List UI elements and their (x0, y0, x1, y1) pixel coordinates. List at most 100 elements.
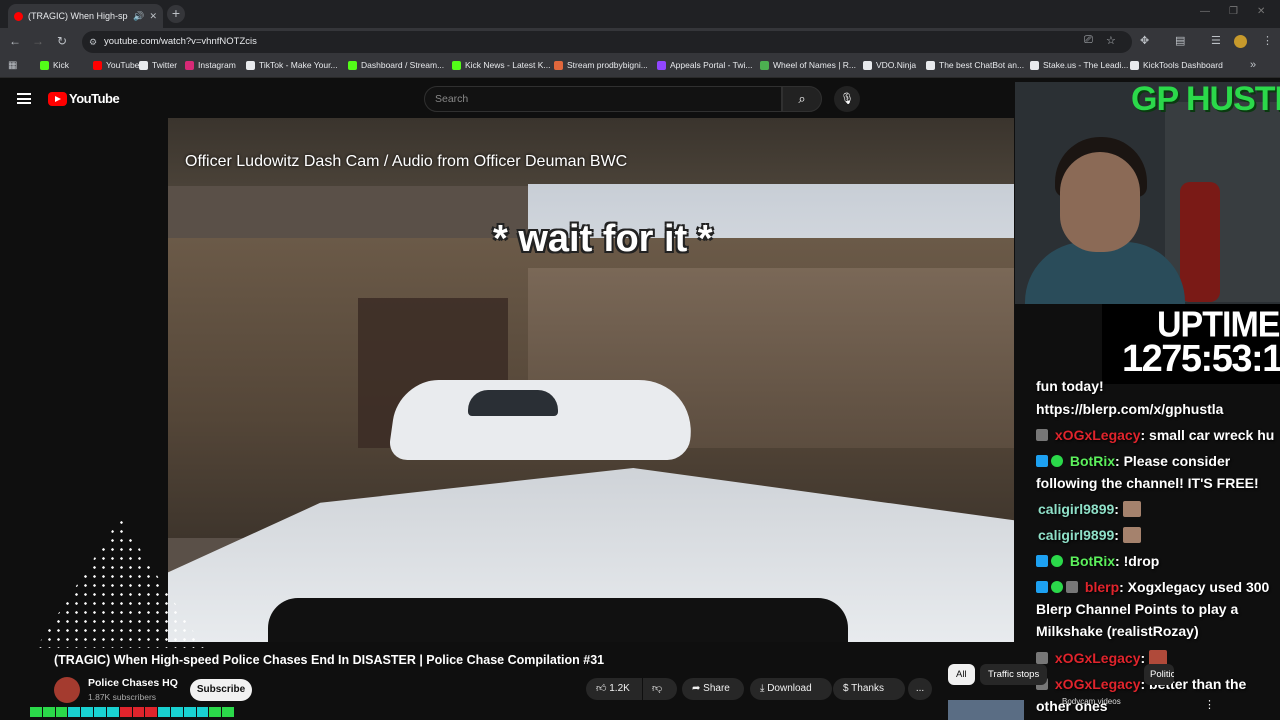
extensions-icon[interactable]: ✥ (1140, 34, 1149, 47)
reading-list-icon[interactable]: ☰ (1211, 34, 1221, 47)
bookmark-favicon-icon (760, 60, 769, 70)
like-button[interactable]: 👍︎ 1.2K (586, 678, 642, 700)
bookmark-star-icon[interactable]: ☆ (1106, 34, 1116, 47)
bookmark-item[interactable]: Appeals Portal - Twi... (657, 60, 753, 70)
bookmark-item[interactable]: Stake.us - The Leadi... (1030, 60, 1128, 70)
more-actions-button[interactable]: ... (908, 678, 932, 700)
youtube-logo-text[interactable]: YouTube (69, 91, 120, 106)
bookmark-favicon-icon (863, 60, 872, 70)
verified-badge-icon (1051, 555, 1063, 567)
subscribe-button[interactable]: Subscribe (190, 679, 252, 701)
bookmark-item[interactable]: Wheel of Names | R... (760, 60, 856, 70)
color-bar-segment (30, 707, 42, 717)
bookmark-favicon-icon (246, 60, 255, 70)
profile-avatar[interactable] (1234, 35, 1247, 48)
bookmark-label: Stake.us - The Leadi... (1043, 60, 1129, 70)
channel-name[interactable]: Police Chases HQ (88, 677, 178, 689)
install-app-icon[interactable]: ⎚ (1084, 34, 1093, 47)
chat-text: fun today! (1036, 378, 1104, 394)
bookmark-item[interactable]: Kick (40, 60, 69, 70)
minimize-icon[interactable]: — (1200, 6, 1210, 17)
search-input[interactable]: Search (424, 86, 782, 112)
media-control-icon[interactable]: ▤ (1175, 34, 1185, 47)
bookmark-item[interactable]: VDO.Ninja (863, 60, 916, 70)
new-tab-button[interactable]: + (167, 5, 185, 23)
bookmark-item[interactable]: Instagram (185, 60, 236, 70)
chip-all[interactable]: All (948, 664, 975, 685)
bookmark-item[interactable]: YouTube (93, 60, 139, 70)
bookmark-label: Stream prodbybigni... (567, 60, 648, 70)
color-bar-segment (222, 707, 234, 717)
voice-search-button[interactable]: 🎙 (834, 86, 860, 112)
menu-hamburger-icon[interactable] (17, 93, 31, 104)
site-info-icon[interactable]: ⚙ (89, 31, 97, 53)
stream-channel-name: GP HUSTLA (1131, 80, 1280, 118)
color-bar-segment (68, 707, 81, 717)
bookmark-item[interactable]: Dashboard / Stream... (348, 60, 444, 70)
chat-text: : Xogxlegacy used 300 (1119, 579, 1270, 595)
chat-line: following the channel! IT'S FREE! (1036, 475, 1259, 491)
stream-color-bar (30, 707, 234, 717)
reload-icon[interactable]: ↻ (54, 34, 70, 48)
thanks-button[interactable]: $ Thanks (833, 678, 905, 700)
chat-line: caligirl9899: (1038, 527, 1141, 543)
bookmark-favicon-icon (1030, 60, 1039, 70)
bookmark-favicon-icon (657, 60, 666, 70)
apps-grid-icon[interactable]: ▦ (8, 60, 17, 71)
bookmark-item[interactable]: KickTools Dashboard (1130, 60, 1223, 70)
bookmark-item[interactable]: Kick News - Latest K... (452, 60, 551, 70)
video-title: (TRAGIC) When High-speed Police Chases E… (54, 653, 605, 667)
maximize-icon[interactable]: ❐ (1229, 6, 1238, 17)
chat-text: : small car wreck hu (1140, 427, 1275, 443)
bookmark-item[interactable]: TikTok - Make Your... (246, 60, 338, 70)
related-more-icon[interactable]: ⋮ (1204, 698, 1215, 711)
color-bar-segment (81, 707, 94, 717)
bookmark-item[interactable]: Stream prodbybigni... (554, 60, 648, 70)
chat-text: : !drop (1115, 553, 1160, 569)
audio-icon[interactable]: 🔊 (133, 11, 144, 22)
chat-line: xOGxLegacy: better than the (1036, 676, 1246, 692)
bookmark-favicon-icon (93, 60, 102, 70)
bookmark-item[interactable]: The best ChatBot an... (926, 60, 1024, 70)
window-close-icon[interactable]: ✕ (1257, 6, 1265, 17)
bookmark-label: VDO.Ninja (876, 60, 917, 70)
color-bar-segment (55, 707, 68, 717)
more-bookmarks-icon[interactable]: » (1250, 59, 1256, 71)
close-tab-icon[interactable]: ✕ (149, 11, 157, 22)
back-icon[interactable]: ← (7, 34, 23, 48)
browser-tab[interactable]: (TRAGIC) When High-speed 🔊 ✕ (8, 4, 163, 28)
bookmark-label: Instagram (198, 60, 236, 70)
chip-traffic-stops[interactable]: Traffic stops (980, 664, 1048, 685)
browser-menu-icon[interactable]: ⋮ (1262, 34, 1273, 47)
chat-text: https://blerp.com/x/gphustla (1036, 401, 1224, 417)
share-button[interactable]: ➦ Share (682, 678, 744, 700)
bot-badge-icon (1036, 555, 1048, 567)
download-button[interactable]: ⤓ Download (750, 678, 832, 700)
share-icon: ➦ (692, 683, 701, 694)
chat-badge-icon (1066, 581, 1078, 593)
address-bar[interactable]: ⚙ youtube.com/watch?v=vhnfNOTZcis (82, 31, 1132, 53)
thanks-icon: $ (843, 683, 849, 694)
bookmark-label: The best ChatBot an... (939, 60, 1025, 70)
thumbs-down-icon: 👎︎ (652, 683, 663, 694)
chip-politics[interactable]: Politic (1144, 664, 1174, 685)
bookmark-label: Kick News - Latest K... (465, 60, 551, 70)
color-bar-segment (170, 707, 183, 717)
channel-avatar[interactable] (54, 677, 80, 703)
search-button[interactable]: ⌕ (782, 86, 822, 112)
related-video-thumbnail[interactable] (948, 700, 1024, 720)
bookmark-favicon-icon (926, 60, 935, 70)
youtube-logo-icon[interactable] (48, 92, 67, 106)
bookmark-label: TikTok - Make Your... (259, 60, 338, 70)
chat-username: BotRix (1069, 453, 1116, 469)
video-player[interactable]: Officer Ludowitz Dash Cam / Audio from O… (168, 118, 1014, 642)
chat-username: blerp (1084, 579, 1120, 595)
verified-badge-icon (1051, 581, 1063, 593)
related-label: Bodycam videos (1062, 697, 1121, 706)
dislike-button[interactable]: 👎︎ (643, 678, 677, 700)
color-bar-segment (94, 707, 106, 717)
bookmark-label: Wheel of Names | R... (773, 60, 856, 70)
bookmark-item[interactable]: Twitter (139, 60, 177, 70)
chat-line: Milkshake (realistRozay) (1036, 623, 1199, 639)
forward-icon[interactable]: → (30, 34, 46, 48)
